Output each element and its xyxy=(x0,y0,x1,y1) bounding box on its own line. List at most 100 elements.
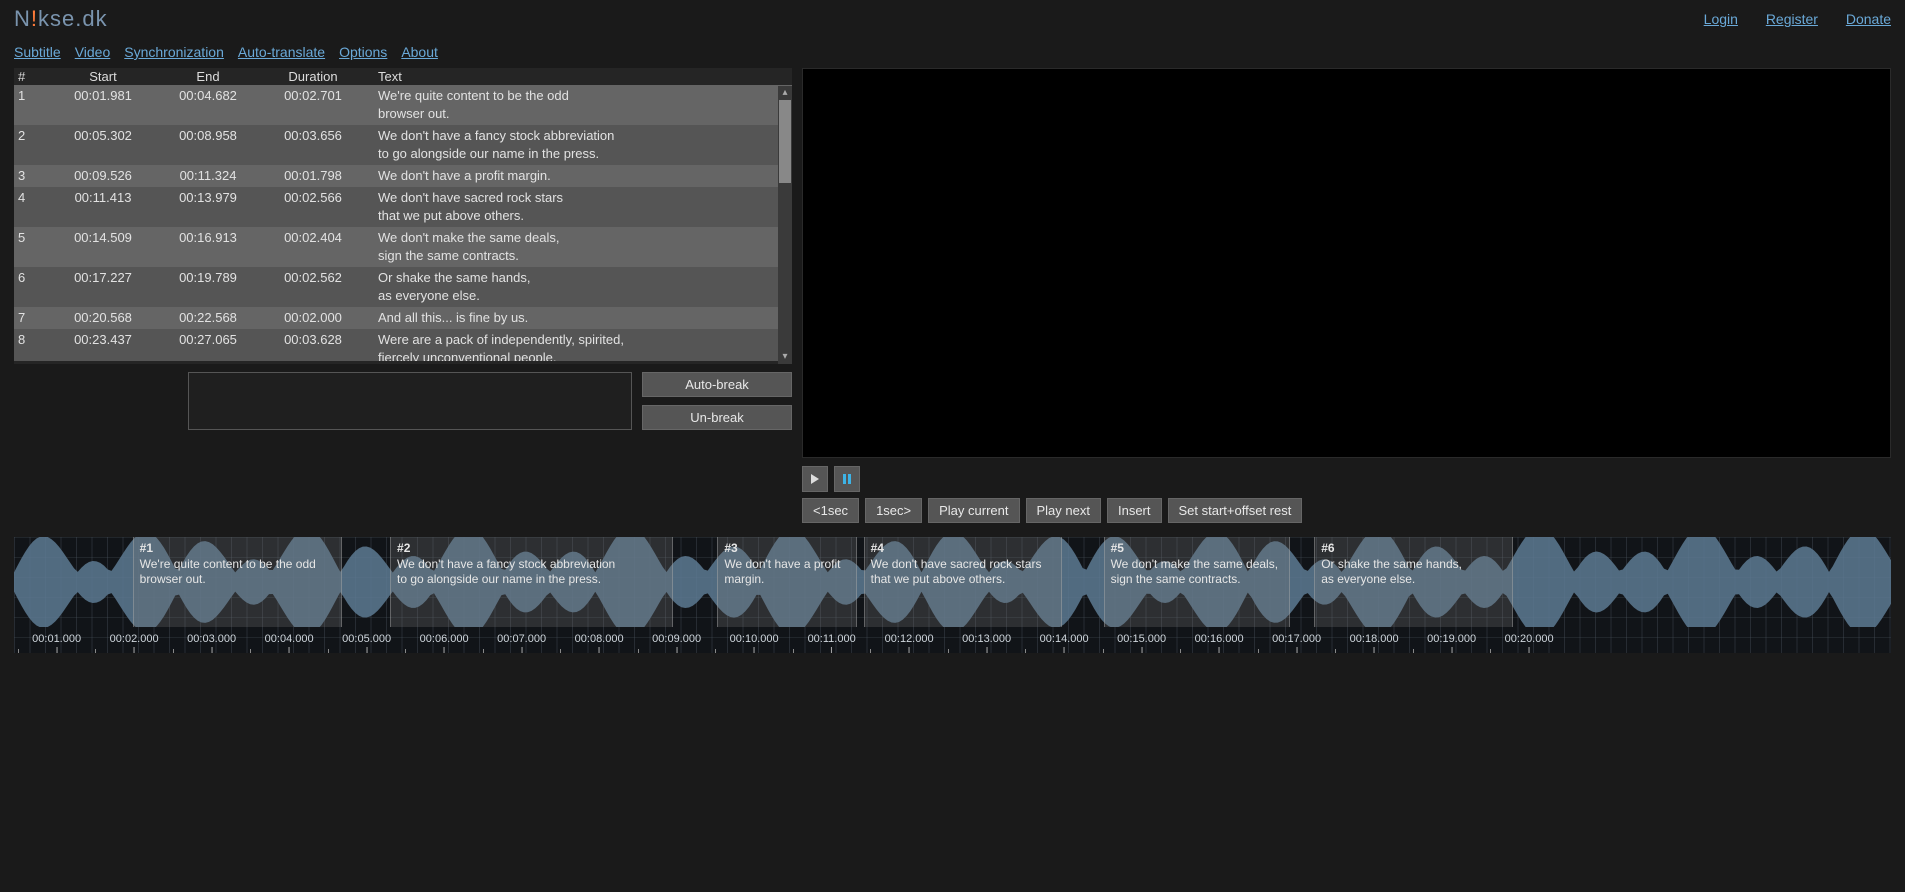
table-row[interactable]: 100:01.98100:04.68200:02.701We're quite … xyxy=(14,85,792,125)
timeline-block[interactable]: #5 We don't make the same deals,sign the … xyxy=(1104,537,1290,627)
ruler-tick: 00:01.000 xyxy=(32,633,81,653)
top-links: Login Register Donate xyxy=(1680,11,1891,27)
ruler-half-tick xyxy=(483,649,484,653)
forward-1sec-button[interactable]: 1sec> xyxy=(865,498,922,523)
cell-num: 2 xyxy=(14,127,48,145)
menu-about[interactable]: About xyxy=(401,44,438,60)
ruler-tick: 00:13.000 xyxy=(962,633,1011,653)
menu-subtitle[interactable]: Subtitle xyxy=(14,44,61,60)
ruler-half-tick xyxy=(1258,649,1259,653)
ruler-tick: 00:11.000 xyxy=(808,633,856,653)
col-header-end: End xyxy=(158,69,258,84)
timeline-block[interactable]: #3 We don't have a profit margin. xyxy=(717,537,856,627)
logo-part: .dk xyxy=(75,6,107,31)
auto-break-button[interactable]: Auto-break xyxy=(642,372,792,397)
ruler-tick: 00:02.000 xyxy=(110,633,159,653)
menu-auto-translate[interactable]: Auto-translate xyxy=(238,44,325,60)
ruler-tick: 00:18.000 xyxy=(1350,633,1399,653)
col-header-start: Start xyxy=(48,69,158,84)
set-start-offset-button[interactable]: Set start+offset rest xyxy=(1168,498,1303,523)
cell-duration: 00:02.404 xyxy=(258,229,368,247)
cell-text: Were are a pack of independently, spirit… xyxy=(368,331,792,361)
cell-text: We don't have a profit margin. xyxy=(368,167,792,185)
table-row[interactable]: 200:05.30200:08.95800:03.656We don't hav… xyxy=(14,125,792,165)
table-row[interactable]: 600:17.22700:19.78900:02.562Or shake the… xyxy=(14,267,792,307)
play-icon xyxy=(810,474,820,484)
cell-end: 00:27.065 xyxy=(158,331,258,349)
ruler-half-tick xyxy=(1413,649,1414,653)
ruler-half-tick xyxy=(1490,649,1491,653)
menu-synchronization[interactable]: Synchronization xyxy=(124,44,224,60)
ruler-half-tick xyxy=(638,649,639,653)
pause-icon xyxy=(843,474,851,484)
table-row[interactable]: 300:09.52600:11.32400:01.798We don't hav… xyxy=(14,165,792,187)
ruler-half-tick xyxy=(715,649,716,653)
back-1sec-button[interactable]: <1sec xyxy=(802,498,859,523)
scroll-up-icon[interactable]: ▴ xyxy=(778,86,792,100)
logo-part: ! xyxy=(31,6,38,31)
cell-num: 6 xyxy=(14,269,48,287)
table-row[interactable]: 700:20.56800:22.56800:02.000And all this… xyxy=(14,307,792,329)
timeline-block[interactable]: #1 We're quite content to be the oddbrows… xyxy=(133,537,342,627)
col-header-text: Text xyxy=(368,69,792,84)
cell-end: 00:16.913 xyxy=(158,229,258,247)
timeline-block-tag: #1 xyxy=(140,541,335,555)
donate-link[interactable]: Donate xyxy=(1846,11,1891,27)
waveform-timeline[interactable]: 00:01.00000:02.00000:03.00000:04.00000:0… xyxy=(14,537,1891,653)
cell-num: 7 xyxy=(14,309,48,327)
logo-part: kse xyxy=(38,6,75,31)
register-link[interactable]: Register xyxy=(1766,11,1818,27)
timeline-block-text: We don't have a fancy stock abbreviation… xyxy=(397,557,666,587)
insert-button[interactable]: Insert xyxy=(1107,498,1162,523)
cell-num: 1 xyxy=(14,87,48,105)
cell-duration: 00:02.562 xyxy=(258,269,368,287)
timeline-block-text: We don't have a profit margin. xyxy=(724,557,849,587)
table-row[interactable]: 500:14.50900:16.91300:02.404We don't mak… xyxy=(14,227,792,267)
subtitle-text-input[interactable] xyxy=(188,372,632,430)
menu-video[interactable]: Video xyxy=(75,44,111,60)
logo-part: N xyxy=(14,6,31,31)
cell-end: 00:04.682 xyxy=(158,87,258,105)
play-next-button[interactable]: Play next xyxy=(1026,498,1101,523)
login-link[interactable]: Login xyxy=(1704,11,1738,27)
cell-start: 00:11.413 xyxy=(48,189,158,207)
ruler-half-tick xyxy=(1335,649,1336,653)
ruler-half-tick xyxy=(793,649,794,653)
cell-end: 00:08.958 xyxy=(158,127,258,145)
cell-duration: 00:02.000 xyxy=(258,309,368,327)
cell-start: 00:20.568 xyxy=(48,309,158,327)
ruler-tick: 00:03.000 xyxy=(187,633,236,653)
play-current-button[interactable]: Play current xyxy=(928,498,1019,523)
scrollbar-thumb[interactable] xyxy=(779,86,791,183)
cell-duration: 00:02.701 xyxy=(258,87,368,105)
ruler-tick: 00:09.000 xyxy=(652,633,701,653)
ruler-tick: 00:10.000 xyxy=(730,633,779,653)
timeline-block[interactable]: #2We don't have a fancy stock abbreviati… xyxy=(390,537,673,627)
col-header-num: # xyxy=(14,69,48,84)
subtitle-scrollbar[interactable]: ▴ ▾ xyxy=(778,86,792,364)
menu-options[interactable]: Options xyxy=(339,44,387,60)
ruler-half-tick xyxy=(250,649,251,653)
cell-end: 00:11.324 xyxy=(158,167,258,185)
scroll-down-icon[interactable]: ▾ xyxy=(778,350,792,364)
pause-button[interactable] xyxy=(834,466,860,492)
cell-text: We don't have a fancy stock abbreviation… xyxy=(368,127,792,163)
video-player[interactable] xyxy=(802,68,1891,458)
timeline-block[interactable]: #4We don't have sacred rock starsthat we… xyxy=(864,537,1063,627)
site-logo[interactable]: N!kse.dk xyxy=(14,6,108,32)
ruler-tick: 00:08.000 xyxy=(575,633,624,653)
cell-duration: 00:01.798 xyxy=(258,167,368,185)
timeline-block-text: We don't make the same deals,sign the sa… xyxy=(1111,557,1283,587)
cell-text: Or shake the same hands,as everyone else… xyxy=(368,269,792,305)
cell-num: 5 xyxy=(14,229,48,247)
un-break-button[interactable]: Un-break xyxy=(642,405,792,430)
cell-end: 00:13.979 xyxy=(158,189,258,207)
ruler-tick: 00:05.000 xyxy=(342,633,391,653)
play-button[interactable] xyxy=(802,466,828,492)
timeline-block-tag: #3 xyxy=(724,541,849,555)
timeline-block-text: We're quite content to be the oddbrowser… xyxy=(140,557,335,587)
timeline-block[interactable]: #6Or shake the same hands,as everyone el… xyxy=(1314,537,1513,627)
table-row[interactable]: 800:23.43700:27.06500:03.628Were are a p… xyxy=(14,329,792,361)
timeline-block-tag: #5 xyxy=(1111,541,1283,555)
table-row[interactable]: 400:11.41300:13.97900:02.566We don't hav… xyxy=(14,187,792,227)
